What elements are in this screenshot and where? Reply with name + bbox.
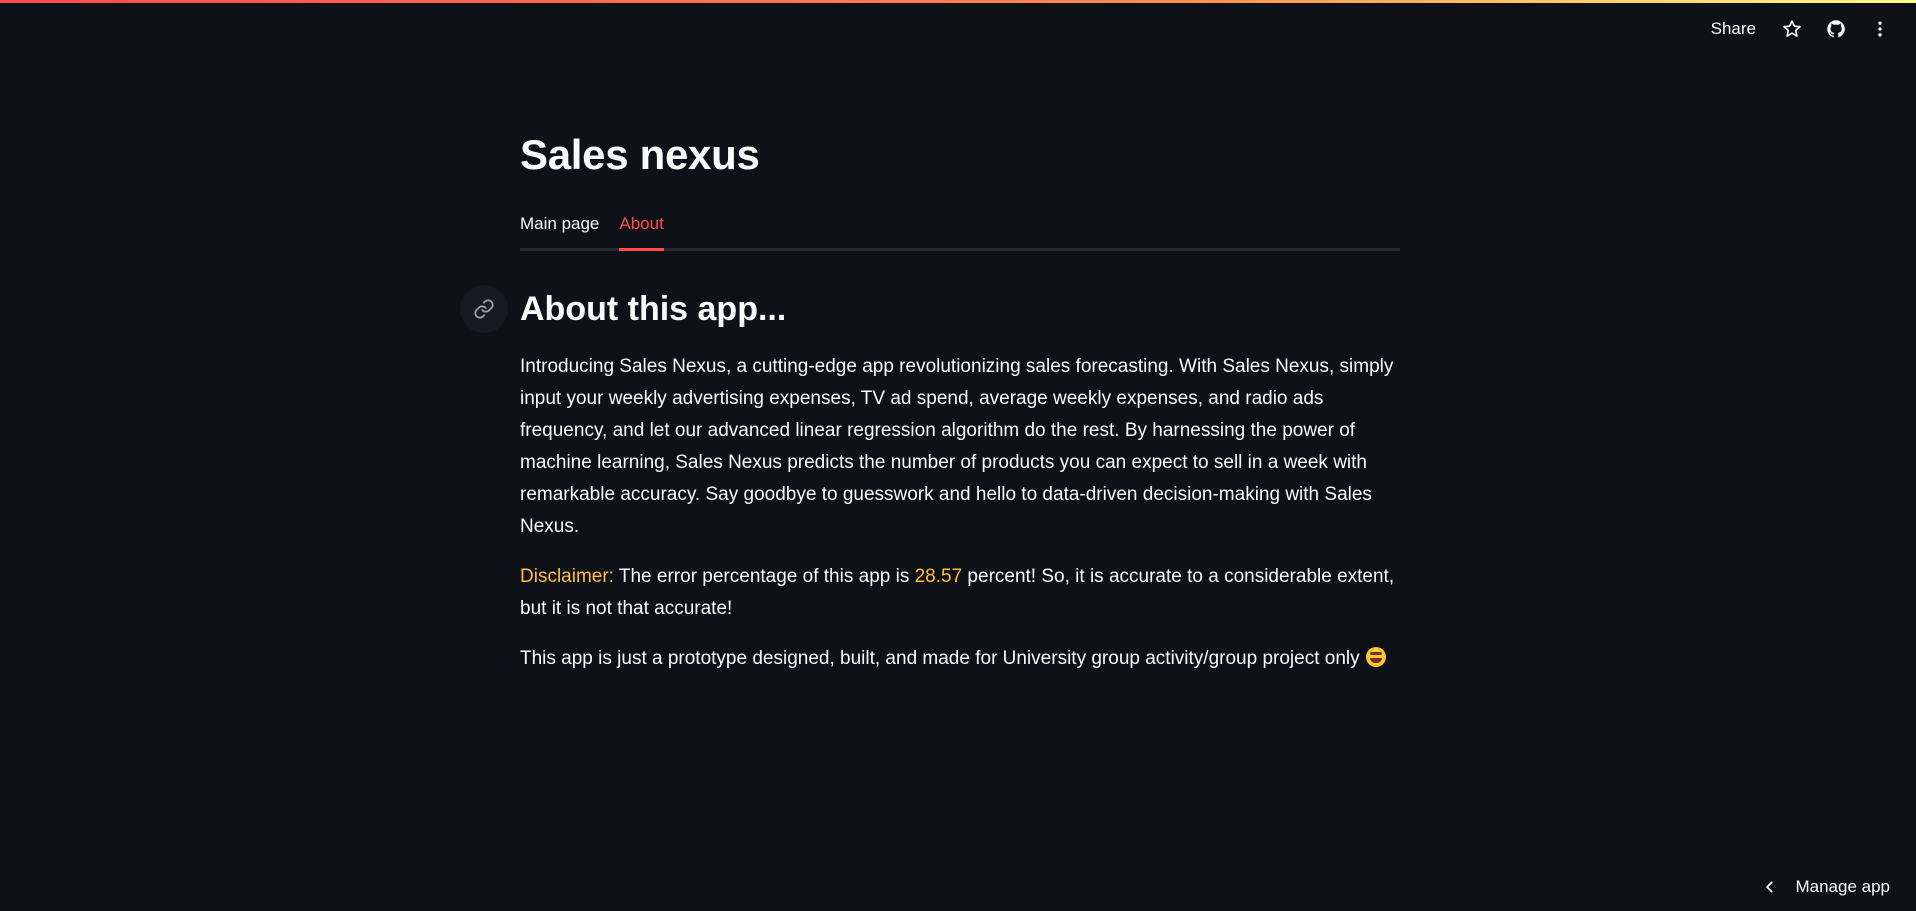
prototype-note: This app is just a prototype designed, b… <box>520 643 1400 675</box>
section-title: About this app... <box>520 290 787 329</box>
star-struck-emoji-icon <box>1365 647 1386 668</box>
section-header: About this app... <box>460 285 1400 334</box>
error-percentage-value: 28.57 <box>914 566 963 588</box>
star-icon[interactable] <box>1770 7 1814 51</box>
link-icon[interactable] <box>460 285 508 334</box>
github-icon[interactable] <box>1814 7 1858 51</box>
share-button[interactable]: Share <box>1697 13 1770 45</box>
app-header: Share <box>1697 3 1916 55</box>
intro-paragraph: Introducing Sales Nexus, a cutting-edge … <box>520 356 1394 538</box>
disclaimer-label: Disclaimer: <box>520 566 614 588</box>
disclaimer-paragraph: Disclaimer: The error percentage of this… <box>520 561 1400 625</box>
tab-about[interactable]: About <box>619 214 665 252</box>
manage-app-label: Manage app <box>1795 877 1890 896</box>
prototype-note-text: This app is just a prototype designed, b… <box>520 648 1360 670</box>
top-decoration-bar <box>0 0 1916 3</box>
main-content: Sales nexus Main page About About this a… <box>460 130 1400 675</box>
page-title: Sales nexus <box>520 131 760 178</box>
more-vertical-icon[interactable] <box>1858 7 1902 51</box>
disclaimer-text-pre: The error percentage of this app is <box>613 566 915 588</box>
manage-app-button[interactable]: Manage app <box>1763 877 1890 897</box>
chevron-left-icon <box>1766 881 1774 893</box>
tab-bar: Main page About <box>520 214 1400 252</box>
tab-main-page[interactable]: Main page <box>520 214 599 248</box>
